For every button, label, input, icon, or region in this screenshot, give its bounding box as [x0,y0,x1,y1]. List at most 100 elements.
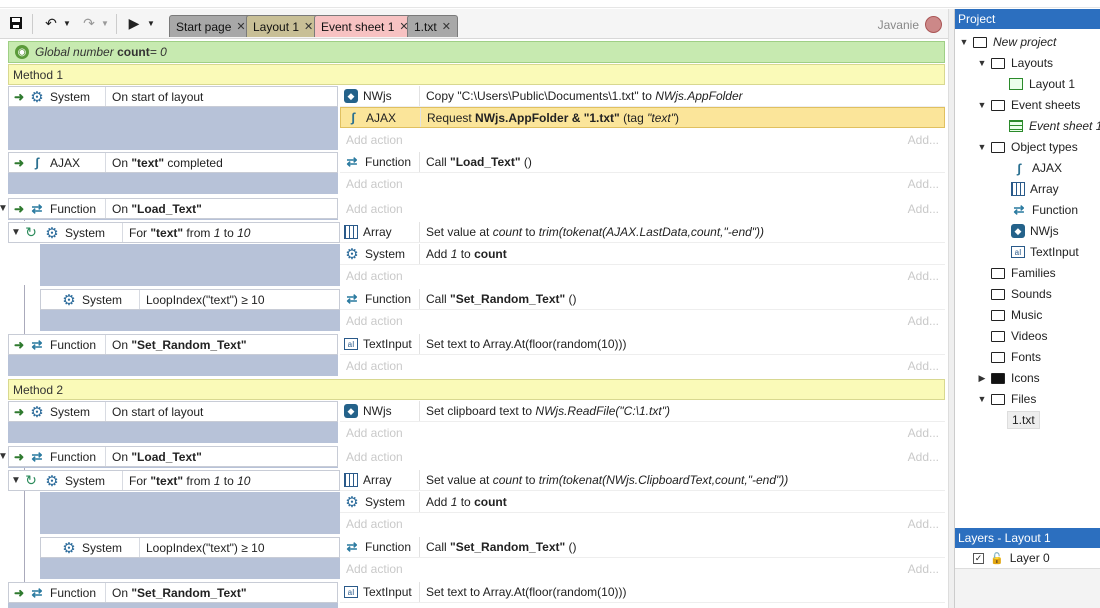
layer-row[interactable]: ✓ 🔓 Layer 0 [955,548,1100,569]
action-row[interactable]: Array Set value at count to trim(tokenat… [340,470,945,491]
tree-item-textinput[interactable]: aI TextInput [1011,242,1079,262]
visibility-checkbox[interactable]: ✓ [973,552,984,564]
action-row[interactable]: aI TextInput Set text to Array.At(floor(r… [340,582,945,603]
tree-item-videos[interactable]: Videos [991,326,1047,346]
event-block[interactable]: ➜ ⇄ Function On "Load_Text" [8,198,338,220]
global-variable[interactable]: ◉ Global number count = 0 [8,41,945,63]
action-text: Call "Set_Random_Text" () [420,540,577,554]
close-icon[interactable]: ✕ [236,20,245,33]
tree-item-array[interactable]: Array [1011,179,1059,199]
close-icon[interactable]: ✕ [442,20,451,33]
tree-item-object-types[interactable]: ▼ Object types [977,137,1078,157]
action-row[interactable]: aI TextInput Set text to Array.At(floor(r… [340,334,945,355]
add-action-row[interactable]: Add action Add... [340,311,945,331]
action-row[interactable]: Array Set value at count to trim(tokenat… [340,222,945,243]
add-action-row[interactable]: Add action Add... [340,447,945,467]
expand-icon[interactable]: ▼ [977,100,987,110]
action-row[interactable]: ◆ NWjs Set clipboard text to NWjs.ReadFil… [340,401,945,422]
save-icon[interactable] [6,11,26,35]
action-row[interactable]: ⇄ Function Call "Set_Random_Text" () [340,537,945,558]
condition[interactable]: ➜ ⇄ Function On "Load_Text" [8,446,338,467]
condition[interactable]: ▼ ↻ ⚙ System For "text" from 1 to 10 [8,470,340,491]
add-action-row[interactable]: Add action Add... [340,356,945,376]
action-row[interactable]: ⇄ Function Call "Set_Random_Text" () [340,289,945,310]
add-action-row[interactable]: Add action Add... [340,266,945,286]
tree-item-ajax[interactable]: ʃ AJAX [1011,158,1062,178]
expand-icon[interactable]: ▼ [977,58,987,68]
add-action-row[interactable]: Add action Add... [340,130,945,150]
text-part: to [522,473,539,487]
tree-item-icons[interactable]: ▶ Icons [977,368,1040,388]
tree-item-layout-1[interactable]: Layout 1 [1009,74,1075,94]
object-name: System [365,495,406,509]
text-part: For [129,473,151,488]
run-dropdown-icon[interactable]: ▼ [146,11,156,35]
user-account[interactable]: Javanie [878,16,942,33]
action-row[interactable]: ⚙ System Add 1 to count [340,244,945,265]
undo-icon[interactable]: ↶ [40,11,62,35]
condition[interactable]: ⚙ System LoopIndex("text") ≥ 10 [40,289,340,310]
condition[interactable]: ➜ ⇄ Function On "Set_Random_Text" [8,334,338,355]
condition[interactable]: ➜ ⚙ System On start of layout [8,86,338,107]
event-block[interactable]: ▼ ↻ ⚙ System For "text" from 1 to 10 [8,470,340,534]
user-name: Javanie [877,17,919,32]
tab-layout-1[interactable]: Layout 1 ✕ [246,15,321,37]
tree-item-music[interactable]: Music [991,305,1042,325]
redo-dropdown-icon[interactable]: ▼ [100,11,110,35]
tree-item-families[interactable]: Families [991,263,1056,283]
collapse-icon[interactable]: ▼ [9,475,23,486]
lock-icon[interactable]: 🔓 [990,552,1004,565]
add-action-row[interactable]: Add action Add... [340,514,945,534]
expand-icon[interactable]: ▼ [977,394,987,404]
event-block[interactable]: ➜ ʃ AJAX On "text" completed [8,152,338,194]
condition[interactable]: ➜ ⚙ System On start of layout [8,401,338,422]
condition[interactable]: ⚙ System LoopIndex("text") ≥ 10 [40,537,340,558]
tab-event-sheet-1[interactable]: Event sheet 1 ✕ [314,15,416,37]
tree-item-file-1txt[interactable]: 1.txt [1007,410,1040,430]
group-title: Method 2 [13,382,64,397]
add-action-row[interactable]: Add action Add... [340,199,945,219]
condition[interactable]: ▼ ↻ ⚙ System For "text" from 1 to 10 [8,222,340,243]
redo-icon[interactable]: ↷ [78,11,100,35]
add-action-row[interactable]: Add action Add... [340,559,945,579]
tree-item-nwjs[interactable]: ◆ NWjs [1011,221,1059,241]
undo-dropdown-icon[interactable]: ▼ [62,11,72,35]
expand-icon[interactable]: ▶ [977,373,987,384]
tree-item-sounds[interactable]: Sounds [991,284,1052,304]
group-method-1[interactable]: Method 1 [8,64,945,85]
action-row-selected[interactable]: ʃ AJAX Request NWjs.AppFolder & "1.txt" (… [340,107,945,128]
action-row[interactable]: ◆ NWjs Copy "C:\Users\Public\Documents\1.… [340,86,945,107]
condition[interactable]: ➜ ʃ AJAX On "text" completed [8,152,338,173]
tree-item-event-sheet-1[interactable]: Event sheet 1 [1009,116,1100,136]
event-block[interactable]: ▼ ↻ ⚙ System For "text" from 1 to 10 [8,222,340,286]
event-block[interactable]: ➜ ⚙ System On start of layout [8,86,338,150]
event-block[interactable]: ➜ ⚙ System On start of layout [8,401,338,443]
tree-item-layouts[interactable]: ▼ Layouts [977,53,1054,73]
expand-icon[interactable]: ▼ [959,37,969,47]
event-block[interactable]: ➜ ⇄ Function On "Set_Random_Text" [8,582,338,608]
tab-1-txt[interactable]: 1.txt ✕ [407,15,458,37]
event-block[interactable]: ⚙ System LoopIndex("text") ≥ 10 [40,537,340,579]
array-icon [1011,182,1025,196]
tree-item-event-sheets[interactable]: ▼ Event sheets [977,95,1081,115]
close-icon[interactable]: ✕ [304,20,313,33]
tree-item-function[interactable]: ⇄ Function [1011,200,1078,220]
tab-start-page[interactable]: Start page ✕ [169,15,253,37]
expand-icon[interactable]: ▼ [977,142,987,152]
event-block[interactable]: ⚙ System LoopIndex("text") ≥ 10 [40,289,340,331]
event-block[interactable]: ➜ ⇄ Function On "Load_Text" [8,446,338,468]
add-action-row[interactable]: Add action Add... [340,174,945,194]
group-method-2[interactable]: Method 2 [8,379,945,400]
tree-item-files[interactable]: ▼ Files [977,389,1037,409]
object-name: System [50,89,91,104]
tree-item-root[interactable]: ▼ New project [959,32,1057,52]
event-block[interactable]: ➜ ⇄ Function On "Set_Random_Text" [8,334,338,376]
collapse-icon[interactable]: ▼ [9,227,23,238]
action-row[interactable]: ⚙ System Add 1 to count [340,492,945,513]
condition[interactable]: ➜ ⇄ Function On "Set_Random_Text" [8,582,338,603]
condition[interactable]: ➜ ⇄ Function On "Load_Text" [8,198,338,219]
add-action-row[interactable]: Add action Add... [340,423,945,443]
run-icon[interactable]: ▶ [124,11,144,35]
tree-item-fonts[interactable]: Fonts [991,347,1041,367]
action-row[interactable]: ⇄ Function Call "Load_Text" () [340,152,945,173]
